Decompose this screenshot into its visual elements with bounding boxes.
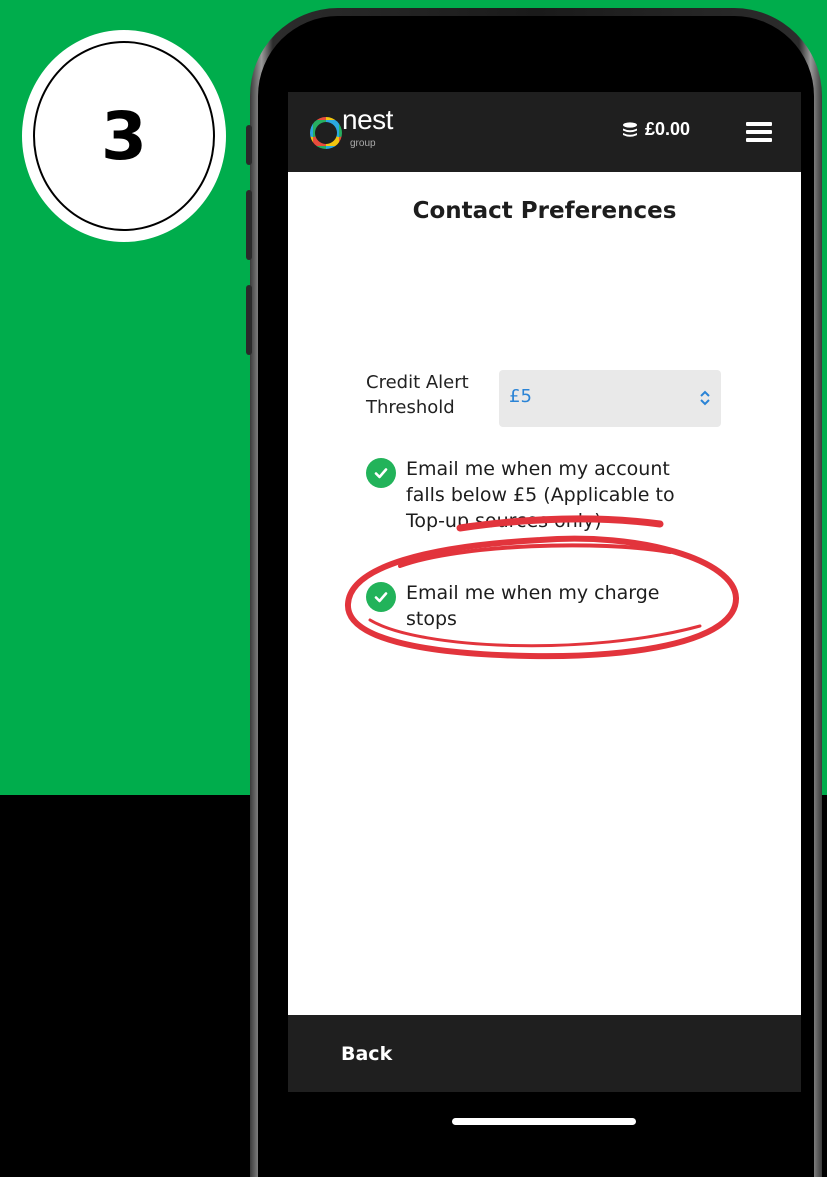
- step-badge: 3: [22, 30, 226, 242]
- phone-side-button: [246, 190, 252, 260]
- app-header: nest group £0.00: [288, 92, 801, 172]
- hamburger-menu-icon[interactable]: [746, 122, 772, 142]
- up-down-chevron-icon: [700, 390, 710, 406]
- nest-logo-icon: [310, 117, 342, 149]
- account-balance: £0.00: [645, 119, 691, 139]
- checkmark-icon: [366, 582, 396, 612]
- coins-icon: [623, 122, 637, 137]
- footer-bar: Back: [288, 1015, 801, 1092]
- checkmark-icon: [366, 458, 396, 488]
- page-title: Contact Preferences: [412, 198, 677, 224]
- pref-charge-stop-label: Email me when my charge stops: [406, 582, 660, 630]
- logo-text: nest: [342, 104, 393, 135]
- pref-low-balance-label: Email me when my account falls below £5 …: [406, 458, 675, 532]
- pref-charge-stop-email[interactable]: Email me when my charge stops: [366, 580, 696, 636]
- phone-side-button: [246, 285, 252, 355]
- pref-low-balance-email[interactable]: Email me when my account falls below £5 …: [366, 456, 696, 538]
- home-indicator[interactable]: [452, 1118, 636, 1125]
- threshold-label: Credit Alert Threshold: [366, 372, 469, 418]
- step-number: 3: [101, 97, 147, 175]
- threshold-select[interactable]: £5: [499, 370, 721, 427]
- phone-side-button: [246, 125, 252, 165]
- back-button[interactable]: Back: [341, 1043, 392, 1065]
- phone-screen: nest group £0.00 Contact Preferences Cre…: [288, 92, 801, 1092]
- logo-subtext: group: [350, 138, 376, 149]
- threshold-select-value: £5: [509, 386, 532, 407]
